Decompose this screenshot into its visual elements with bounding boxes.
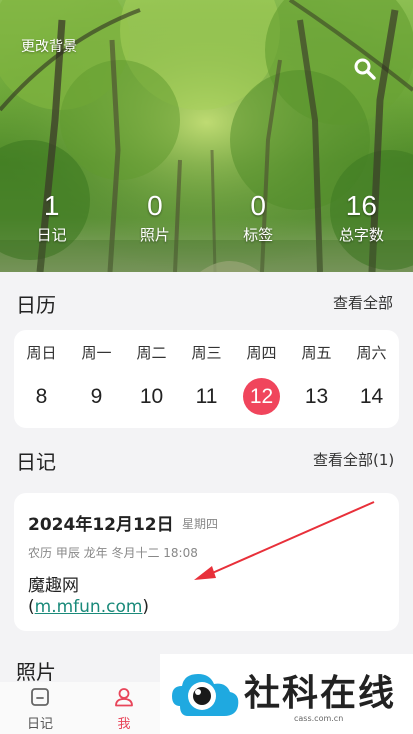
- link-prefix: (: [28, 597, 35, 617]
- bottom-navigation-bar: 日记 我: [0, 682, 160, 734]
- diary-entry-link-line: (m.mfun.com): [28, 597, 149, 617]
- calendar-day[interactable]: 11: [179, 378, 234, 416]
- change-background-button[interactable]: 更改背景: [21, 36, 77, 56]
- calendar-day-today[interactable]: 12: [234, 378, 289, 416]
- stat-value: 0: [250, 190, 266, 221]
- stat-tag-count[interactable]: 0 标签: [207, 188, 310, 245]
- weekday-label: 周二: [136, 344, 167, 362]
- header-banner: 更改背景 1 日记 0 照片 0 标签 16 总字数: [0, 0, 413, 272]
- nav-tab-diary[interactable]: 日记: [0, 682, 80, 734]
- watermark-logo-icon: [172, 674, 239, 716]
- watermark-brand: 社科在线: [244, 673, 397, 714]
- day-number-row: 8 9 10 11 12 13 14: [14, 378, 399, 416]
- search-icon[interactable]: [352, 56, 378, 82]
- weekday-label: 周五: [301, 344, 332, 362]
- calendar-day[interactable]: 14: [344, 378, 399, 416]
- weekday-label: 周六: [356, 344, 387, 362]
- stat-photo-count[interactable]: 0 照片: [103, 188, 206, 245]
- stat-label: 照片: [139, 226, 170, 244]
- diary-section-title: 日记: [16, 450, 56, 474]
- diary-entry-card[interactable]: 2024年12月12日 星期四 农历 甲辰 龙年 冬月十二 18:08 魔趣网 …: [14, 493, 399, 631]
- watermark-overlay: 社科在线 cass.com.cn: [160, 654, 413, 734]
- calendar-week-card: 周日 周一 周二 周三 周四 周五 周六 8 9 10 11 12 13 14: [14, 330, 399, 428]
- today-highlight: 12: [243, 378, 280, 415]
- diary-view-all-link[interactable]: 查看全部(1): [313, 449, 394, 470]
- calendar-day[interactable]: 9: [69, 378, 124, 416]
- nav-tab-me[interactable]: 我: [84, 682, 164, 734]
- nav-tab-label: 日记: [26, 717, 53, 732]
- link-suffix: ): [142, 597, 150, 617]
- diary-entry-url-link[interactable]: m.mfun.com: [35, 597, 143, 617]
- diary-entry-title: 魔趣网: [28, 576, 79, 596]
- calendar-view-all-link[interactable]: 查看全部: [333, 292, 393, 313]
- weekday-header-row: 周日 周一 周二 周三 周四 周五 周六: [14, 342, 399, 364]
- stats-row: 1 日记 0 照片 0 标签 16 总字数: [0, 188, 413, 245]
- person-icon: [115, 688, 133, 707]
- diary-icon: [31, 688, 49, 706]
- stat-value: 0: [147, 190, 163, 221]
- stat-label: 标签: [243, 226, 274, 244]
- watermark-domain: cass.com.cn: [294, 714, 344, 723]
- weekday-label: 周三: [191, 344, 222, 362]
- stat-label: 日记: [36, 226, 67, 244]
- stat-value: 16: [345, 190, 377, 221]
- nav-tab-label: 我: [117, 717, 131, 732]
- weekday-label: 周一: [81, 344, 112, 362]
- calendar-day[interactable]: 10: [124, 378, 179, 416]
- stat-diary-count[interactable]: 1 日记: [0, 188, 103, 245]
- calendar-day[interactable]: 8: [14, 378, 69, 416]
- stat-word-count[interactable]: 16 总字数: [310, 188, 413, 245]
- calendar-day[interactable]: 13: [289, 378, 344, 416]
- weekday-label: 周四: [246, 344, 277, 362]
- diary-entry-date: 2024年12月12日: [28, 515, 174, 535]
- diary-entry-lunar-date: 农历 甲辰 龙年 冬月十二 18:08: [28, 546, 198, 560]
- photos-section-title: 照片: [16, 660, 56, 684]
- weekday-label: 周日: [26, 344, 57, 362]
- stat-label: 总字数: [338, 226, 384, 244]
- calendar-section-title: 日历: [16, 293, 56, 317]
- stat-value: 1: [43, 190, 60, 221]
- diary-entry-weekday: 星期四: [182, 517, 219, 531]
